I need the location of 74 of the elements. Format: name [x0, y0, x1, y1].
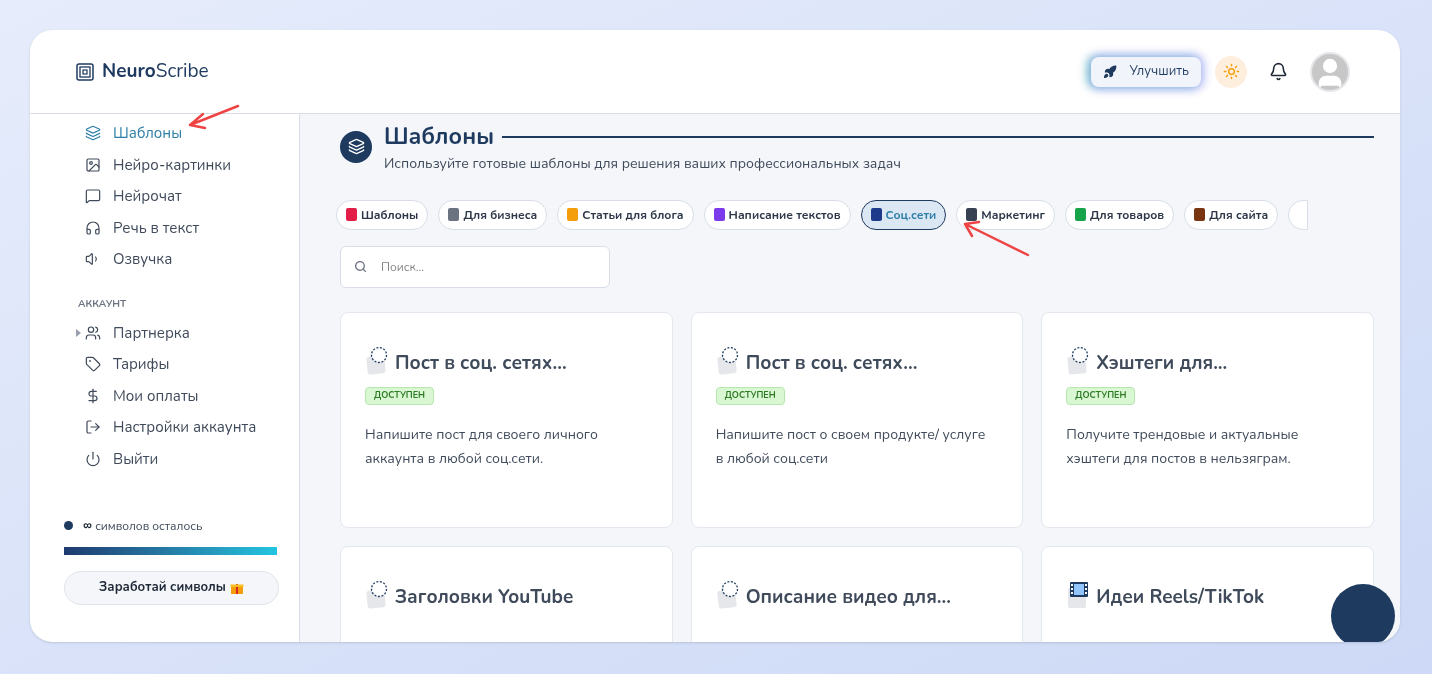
sidebar-item[interactable]: Настройки аккаунта	[85, 412, 257, 443]
tag-icon	[85, 356, 101, 373]
dollar-icon	[85, 387, 101, 404]
sidebar-item[interactable]: Партнерка	[85, 317, 190, 348]
category-chip[interactable]: Шаблоны	[336, 199, 429, 230]
template-card[interactable]: Заголовки YouTube	[340, 545, 673, 642]
category-icon	[567, 208, 579, 221]
category-chip[interactable]: Соц.сети	[860, 199, 947, 230]
template-card[interactable]: Пост в соц. сетях... ДОСТУПЕН Напишите пост для своего личного аккаунта в любой соц.сети.	[340, 311, 673, 528]
sidebar-item[interactable]: Нейро-картинки	[85, 149, 232, 180]
sidebar-item[interactable]: Шаблоны	[85, 118, 183, 149]
category-icon	[448, 208, 460, 221]
headphones-icon	[85, 219, 101, 236]
annotation-arrow	[188, 104, 240, 130]
exit-icon	[85, 419, 101, 436]
sun-icon	[1222, 63, 1240, 80]
status-badge: ДОСТУПЕН	[1066, 387, 1136, 405]
status-badge: ДОСТУПЕН	[365, 387, 435, 405]
earn-symbols-button[interactable]: Заработай символы	[64, 570, 279, 605]
sidebar-item[interactable]: Мои оплаты	[85, 380, 199, 411]
image-icon	[85, 156, 101, 173]
chat-bubble-button[interactable]	[1331, 584, 1395, 642]
card-title: Хэштеги для...	[1096, 348, 1228, 377]
category-chip[interactable]: Для товаров	[1064, 199, 1175, 230]
logo-icon	[76, 62, 94, 81]
sidebar-item[interactable]: Тарифы	[85, 349, 170, 380]
layers-icon	[347, 138, 365, 156]
card-description: Получите трендовые и актуальные хэштеги для постов в нельзяграм.	[1066, 424, 1300, 470]
category-chip[interactable]: Для бизнеса	[438, 199, 548, 230]
layers-icon	[85, 125, 101, 142]
category-icon	[966, 208, 978, 221]
sidebar-item[interactable]: Речь в текст	[85, 212, 200, 243]
chat-icon	[85, 188, 101, 205]
brand-name: NeuroScribe	[102, 57, 209, 86]
card-title: Заголовки YouTube	[395, 582, 574, 611]
sidebar-item[interactable]: Выйти	[85, 443, 159, 474]
category-icon	[346, 208, 357, 221]
sidebar-item[interactable]: Озвучка	[85, 244, 173, 275]
category-icon	[870, 208, 882, 221]
category-chip[interactable]: Маркетинг	[956, 199, 1055, 230]
template-card[interactable]: Описание видео для...	[690, 545, 1024, 642]
template-card[interactable]: Пост в соц. сетях... ДОСТУПЕН Напишите пост о своем продукте/ услуге в любой соц.сети	[690, 311, 1024, 528]
card-title: Пост в соц. сетях...	[745, 348, 918, 377]
card-title: Идеи Reels/TikTok	[1096, 582, 1265, 611]
template-card[interactable]: Идеи Reels/TikTok	[1041, 545, 1374, 642]
section-title: АККАУНТ	[77, 296, 128, 312]
status-badge: ДОСТУПЕН	[715, 387, 785, 405]
page-title: Шаблоны	[384, 120, 494, 154]
sidebar-item[interactable]: Нейрочат	[85, 181, 182, 212]
category-icon	[1074, 208, 1086, 221]
card-description: Напишите пост о своем продукте/ услуге в любой соц.сети	[715, 424, 987, 470]
category-chip[interactable]: Для сайта	[1184, 199, 1279, 230]
category-icon	[713, 208, 725, 221]
users-icon	[85, 324, 101, 341]
card-description: Напишите пост для своего личного аккаунта в любой соц.сети.	[365, 424, 599, 470]
category-chip[interactable]: Статьи для блога	[557, 199, 694, 230]
avatar[interactable]	[1310, 51, 1350, 92]
theme-toggle[interactable]	[1215, 55, 1247, 88]
page-subtitle: Используйте готовые шаблоны для решения ваших профессиональных задач	[384, 152, 902, 174]
cut-off-chip[interactable]	[1288, 199, 1309, 230]
category-icon	[1194, 208, 1206, 221]
search-icon	[354, 259, 367, 273]
symbols-remaining: ∞ символов осталось	[83, 514, 203, 537]
rocket-icon	[1103, 64, 1118, 79]
annotation-arrow	[963, 220, 1030, 257]
category-chip[interactable]: Написание текстов	[703, 199, 851, 230]
card-title: Описание видео для...	[745, 582, 951, 611]
upgrade-button[interactable]: Улучшить	[1091, 56, 1201, 87]
search-field[interactable]: Поиск...	[340, 245, 610, 288]
card-title: Пост в соц. сетях...	[395, 348, 567, 377]
expand-caret-icon[interactable]	[76, 328, 81, 337]
power-icon	[85, 450, 101, 467]
bell-icon[interactable]	[1269, 62, 1288, 81]
template-card[interactable]: Хэштеги для... ДОСТУПЕН Получите трендовые и актуальные хэштеги для постов в нельзяграм.	[1041, 311, 1374, 528]
